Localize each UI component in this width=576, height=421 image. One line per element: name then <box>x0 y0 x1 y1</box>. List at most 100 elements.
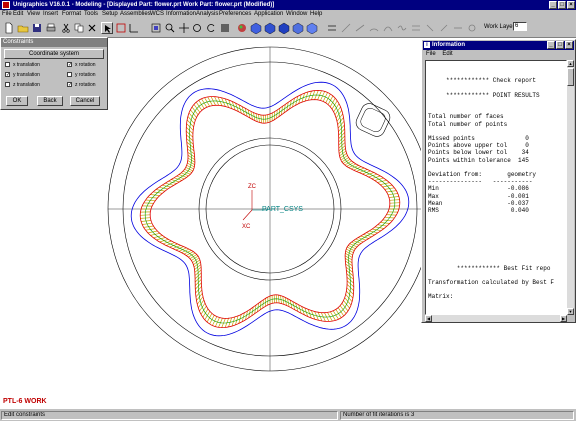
rotate-icon[interactable] <box>191 22 203 34</box>
y-translation-label: y translation <box>13 72 40 78</box>
render-icon[interactable] <box>236 22 248 34</box>
info-menu-file[interactable]: File <box>426 51 436 57</box>
shaded-icon[interactable] <box>219 22 231 34</box>
z-rotation-checkbox[interactable]: ✓ <box>67 82 72 88</box>
x-translation-checkbox[interactable] <box>5 62 10 67</box>
zc-label: ZC <box>248 184 257 190</box>
information-text-area[interactable]: ************ Check report ************ P… <box>425 60 567 315</box>
info-scroll-thumb[interactable] <box>567 68 574 86</box>
info-text-line: Mean -0.037 <box>428 199 529 207</box>
info-text-line: Total number of points <box>428 120 508 128</box>
info-text-line: Deviation from: geometry <box>428 171 537 178</box>
close-button[interactable]: × <box>567 1 575 9</box>
zoom-icon[interactable] <box>164 22 176 34</box>
scroll-down-arrow-icon[interactable]: ▼ <box>567 308 574 315</box>
x-rotation-label: x rotation <box>75 62 96 68</box>
back-button[interactable]: Back <box>37 96 63 106</box>
scroll-up-arrow-icon[interactable]: ▲ <box>567 60 574 67</box>
scroll-right-arrow-icon[interactable]: ▶ <box>560 315 567 322</box>
view-top-icon[interactable] <box>278 22 290 34</box>
fit-view-icon[interactable] <box>150 22 162 34</box>
cut-icon[interactable] <box>60 22 72 34</box>
copy-icon[interactable] <box>73 22 85 34</box>
trim-tool-icon[interactable] <box>424 22 436 34</box>
info-text-line: RMS 0.040 <box>428 207 529 214</box>
select-filter-icon[interactable] <box>115 22 127 34</box>
info-close-button[interactable]: × <box>565 41 573 49</box>
scroll-left-arrow-icon[interactable]: ◀ <box>425 315 432 322</box>
snap-point-icon[interactable] <box>340 22 352 34</box>
arc-tool-icon[interactable] <box>368 22 380 34</box>
info-maximize-button[interactable]: □ <box>556 41 564 49</box>
offset-tool-icon[interactable] <box>410 22 422 34</box>
work-layer-label: Work Layer <box>484 24 515 30</box>
menu-bar: File Edit View Insert Format Tools Setup… <box>0 10 576 19</box>
menu-application[interactable]: Application <box>254 11 283 18</box>
new-file-icon[interactable] <box>3 22 15 34</box>
x-rotation-checkbox[interactable]: ✓ <box>67 62 72 68</box>
part-csys-label: PART_CSYS <box>262 206 303 213</box>
cancel-button[interactable]: Cancel <box>70 96 100 106</box>
menu-edit[interactable]: Edit <box>13 11 23 18</box>
z-translation-checkbox[interactable] <box>5 82 10 87</box>
view-left-icon[interactable] <box>306 22 318 34</box>
menu-analysis[interactable]: Analysis <box>196 11 218 18</box>
menu-information[interactable]: Information <box>166 11 196 18</box>
info-icon: i <box>424 42 430 48</box>
menu-setup[interactable]: Setup <box>102 11 118 18</box>
info-text-line: ************ Check report <box>428 77 537 85</box>
line-tool-icon[interactable] <box>354 22 366 34</box>
curve-tool-icon[interactable] <box>382 22 394 34</box>
select-arrow-icon[interactable] <box>101 22 113 34</box>
refresh-icon[interactable] <box>205 22 217 34</box>
information-title: Information <box>432 42 465 48</box>
info-text-line: ************ POINT RESULTS <box>428 91 540 99</box>
pan-icon[interactable] <box>178 22 190 34</box>
ok-button[interactable]: OK <box>6 96 28 106</box>
work-layer-field[interactable]: 6 <box>513 22 527 31</box>
menu-tools[interactable]: Tools <box>84 11 98 18</box>
menu-preferences[interactable]: Preferences <box>219 11 251 18</box>
info-text-line: Points below lower tol 34 <box>428 149 529 157</box>
information-window: i Information _ □ × File Edit ***********… <box>421 39 576 323</box>
measure-icon[interactable] <box>452 22 464 34</box>
menu-wcs[interactable]: WCS <box>150 11 164 18</box>
wcs-icon[interactable] <box>128 22 140 34</box>
menu-window[interactable]: Window <box>286 11 307 18</box>
save-icon[interactable] <box>31 22 43 34</box>
view-right-icon[interactable] <box>292 22 304 34</box>
info-text-line: Matrix: <box>428 293 454 301</box>
info-minimize-button[interactable]: _ <box>547 41 555 49</box>
print-icon[interactable] <box>45 22 57 34</box>
edit-curve-icon[interactable] <box>438 22 450 34</box>
x-translation-label: x translation <box>13 62 40 68</box>
info-vertical-scrollbar[interactable]: ▲ ▼ <box>567 60 574 315</box>
menu-insert[interactable]: Insert <box>43 11 58 18</box>
menu-format[interactable]: Format <box>62 11 81 18</box>
menu-assemblies[interactable]: Assemblies <box>120 11 151 18</box>
menu-file[interactable]: File <box>2 11 12 18</box>
menu-view[interactable]: View <box>27 11 40 18</box>
title-bar: Unigraphics V16.0.1 - Modeling - [Displa… <box>0 0 576 10</box>
info-tool-icon[interactable] <box>466 22 478 34</box>
work-view-label: PTL-6 WORK <box>3 398 47 405</box>
maximize-button[interactable]: □ <box>558 1 566 9</box>
y-translation-checkbox[interactable]: ✓ <box>5 72 10 78</box>
xc-label: XC <box>242 224 251 230</box>
info-horizontal-scrollbar[interactable]: ◀ ▶ <box>425 315 567 322</box>
info-text-line: ************ Best Fit repo <box>428 264 551 272</box>
minimize-button[interactable]: _ <box>549 1 557 9</box>
open-folder-icon[interactable] <box>17 22 29 34</box>
y-rotation-checkbox[interactable] <box>67 72 72 77</box>
z-rotation-label: z rotation <box>75 82 96 88</box>
spline-tool-icon[interactable] <box>396 22 408 34</box>
view-front-icon[interactable] <box>264 22 276 34</box>
menu-help[interactable]: Help <box>310 11 322 18</box>
coordinate-system-button[interactable]: Coordinate system <box>4 49 104 59</box>
status-message: Edit constraints <box>1 411 338 420</box>
info-menu-edit[interactable]: Edit <box>442 51 452 57</box>
view-iso-icon[interactable] <box>250 22 262 34</box>
layer-settings-icon[interactable] <box>326 22 338 34</box>
delete-icon[interactable] <box>86 22 98 34</box>
info-text-line: Missed points 0 <box>428 135 529 142</box>
